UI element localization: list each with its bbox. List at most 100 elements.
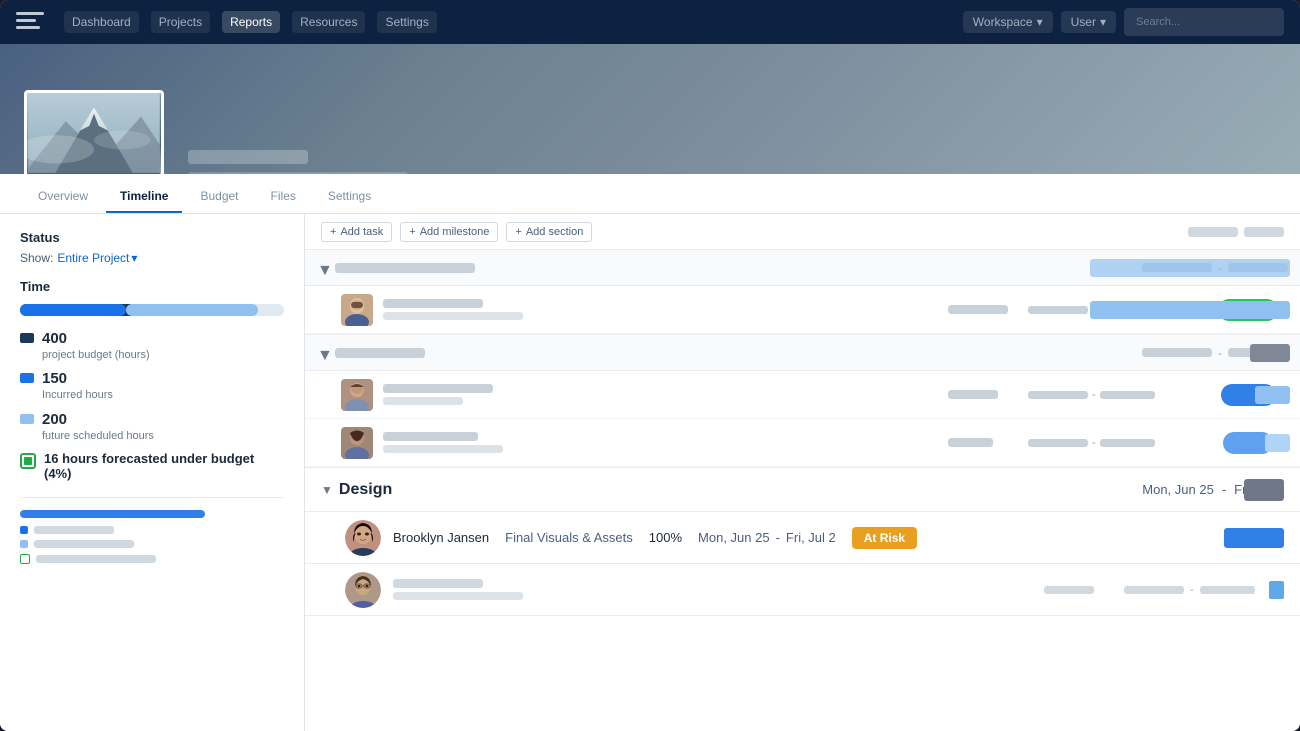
tabs-row: Overview Timeline Budget Files Settings bbox=[0, 174, 1300, 214]
task-row: - bbox=[305, 286, 1300, 334]
workspace-dropdown[interactable]: Workspace ▾ bbox=[963, 11, 1053, 33]
design-section-header: ▼ Design Mon, Jun 25 - Fri, Jul 2 bbox=[305, 468, 1300, 512]
nav-item-resources[interactable]: Resources bbox=[292, 11, 365, 33]
workspace-label: Workspace bbox=[973, 15, 1033, 29]
gantt-header: + Add task + Add milestone + Add section bbox=[305, 214, 1300, 250]
at-risk-badge: At Risk bbox=[852, 527, 917, 549]
section-title bbox=[335, 263, 475, 273]
user-dropdown[interactable]: User ▾ bbox=[1061, 11, 1116, 33]
person2-name bbox=[393, 579, 483, 588]
extra-row-1 bbox=[20, 526, 284, 534]
brooklyn-gantt bbox=[1120, 512, 1300, 563]
brooklyn-date-end: Fri, Jul 2 bbox=[786, 530, 836, 545]
chevron-down-icon: ▼ bbox=[321, 483, 333, 497]
forecast-value: 16 bbox=[44, 451, 58, 466]
time-label: Time bbox=[20, 279, 284, 294]
add-section-label: Add section bbox=[526, 226, 583, 238]
tab-timeline[interactable]: Timeline bbox=[106, 181, 182, 213]
task-info bbox=[383, 299, 948, 320]
date-bar bbox=[1028, 439, 1088, 447]
future-value: 200 bbox=[42, 411, 154, 429]
task-gantt bbox=[1080, 371, 1300, 418]
show-dropdown[interactable]: Entire Project ▾ bbox=[57, 251, 137, 265]
app-logo[interactable] bbox=[16, 12, 44, 32]
brooklyn-date-start: Mon, Jun 25 bbox=[698, 530, 770, 545]
plus-icon: + bbox=[330, 226, 336, 238]
design-section: ▼ Design Mon, Jun 25 - Fri, Jul 2 bbox=[305, 468, 1300, 616]
future-bar bbox=[126, 304, 258, 316]
task-gantt bbox=[1080, 286, 1300, 333]
add-task-button[interactable]: + Add task bbox=[321, 222, 392, 242]
section-header-1: ▼ - bbox=[305, 250, 1300, 286]
logo-line bbox=[16, 12, 44, 15]
task-extra-bar bbox=[948, 305, 1008, 314]
project-title bbox=[188, 150, 308, 164]
tab-files[interactable]: Files bbox=[257, 181, 310, 213]
budget-legend-text: 400 project budget (hours) bbox=[42, 330, 150, 362]
future-swatch bbox=[20, 414, 34, 424]
chevron-down-icon: ▾ bbox=[1037, 15, 1043, 29]
search-input[interactable]: Search... bbox=[1124, 8, 1284, 36]
gantt-controls bbox=[1188, 227, 1284, 237]
show-row: Show: Entire Project ▾ bbox=[20, 251, 284, 265]
incurred-legend-text: 150 Incurred hours bbox=[42, 370, 113, 402]
task-info bbox=[383, 384, 948, 405]
chevron-down-icon: ▼ bbox=[317, 347, 329, 359]
task-row: - bbox=[305, 371, 1300, 419]
add-task-label: Add task bbox=[340, 226, 383, 238]
design-title: ▼ Design bbox=[321, 481, 392, 499]
plus-icon: + bbox=[409, 226, 415, 238]
brooklyn-pct: 100% bbox=[649, 530, 682, 545]
app-container: Dashboard Projects Reports Resources Set… bbox=[0, 0, 1300, 731]
nav-item-dashboard[interactable]: Dashboard bbox=[64, 11, 139, 33]
add-section-button[interactable]: + Add section bbox=[506, 222, 592, 242]
nav-item-reports[interactable]: Reports bbox=[222, 11, 280, 33]
top-nav: Dashboard Projects Reports Resources Set… bbox=[0, 0, 1300, 44]
forecast-desc: hours forecasted under budget (4%) bbox=[44, 451, 254, 481]
avatar bbox=[341, 427, 373, 459]
design-task-row-brooklyn: Brooklyn Jansen Final Visuals & Assets 1… bbox=[305, 512, 1300, 564]
task-detail bbox=[383, 312, 523, 320]
section-gantt-bars bbox=[1080, 250, 1300, 285]
nav-item-settings[interactable]: Settings bbox=[377, 11, 436, 33]
date-bar bbox=[1028, 391, 1088, 399]
brooklyn-gantt-bar bbox=[1224, 528, 1284, 548]
status-extra bbox=[20, 497, 284, 564]
nav-right: Workspace ▾ User ▾ Search... bbox=[963, 8, 1284, 36]
task-extra-bar bbox=[948, 438, 993, 447]
add-milestone-button[interactable]: + Add milestone bbox=[400, 222, 498, 242]
tab-budget[interactable]: Budget bbox=[186, 181, 252, 213]
extra-text bbox=[34, 526, 114, 534]
tab-settings[interactable]: Settings bbox=[314, 181, 385, 213]
person2-info bbox=[393, 579, 1044, 600]
task-row: - bbox=[305, 419, 1300, 467]
incurred-value: 150 bbox=[42, 370, 113, 388]
gantt-bar bbox=[1090, 301, 1290, 319]
task-extra-bar bbox=[948, 390, 998, 399]
person2-extra bbox=[1044, 586, 1124, 594]
design-gantt-bar bbox=[1244, 479, 1284, 501]
nav-item-projects[interactable]: Projects bbox=[151, 11, 210, 33]
extra-row-2 bbox=[20, 540, 284, 548]
design-title-text: Design bbox=[339, 481, 392, 499]
budget-value: 400 bbox=[42, 330, 150, 348]
gantt-bar bbox=[1265, 434, 1290, 452]
gantt-section-2: ▼ - bbox=[305, 335, 1300, 468]
progress-track bbox=[20, 304, 284, 316]
extra-dot bbox=[20, 526, 28, 534]
gantt-area[interactable]: + Add task + Add milestone + Add section bbox=[305, 214, 1300, 731]
section-title bbox=[335, 348, 425, 358]
forecast-icon bbox=[20, 453, 36, 469]
person2-extra-bar bbox=[1044, 586, 1094, 594]
task-name bbox=[383, 432, 478, 441]
brooklyn-avatar bbox=[345, 520, 381, 556]
tab-overview[interactable]: Overview bbox=[24, 181, 102, 213]
progress-bars bbox=[20, 304, 284, 316]
extra-green-icon bbox=[20, 554, 30, 564]
brooklyn-date-sep: - bbox=[776, 530, 780, 545]
task-name bbox=[383, 299, 483, 308]
brooklyn-name: Brooklyn Jansen bbox=[393, 530, 489, 545]
task-detail bbox=[383, 445, 503, 453]
future-legend-item: 200 future scheduled hours bbox=[20, 411, 284, 443]
budget-swatch bbox=[20, 333, 34, 343]
